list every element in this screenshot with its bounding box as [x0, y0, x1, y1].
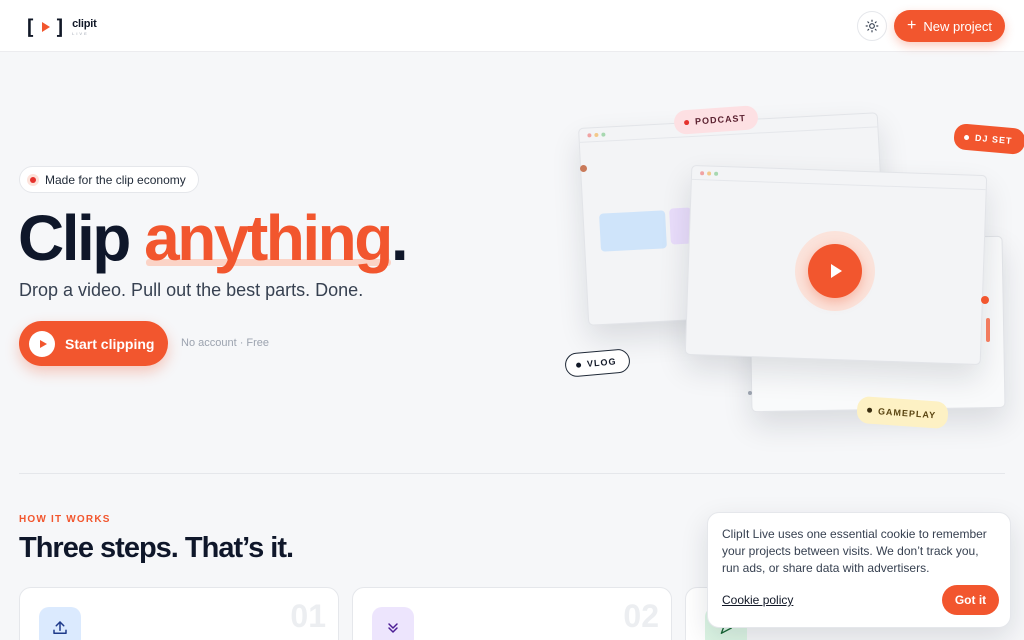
hero-subline: Drop a video. Pull out the best parts. D…: [19, 280, 364, 300]
illustration-dot: [981, 296, 989, 304]
step-card-2: 02: [352, 587, 672, 640]
logo-bracket-left: [: [24, 15, 37, 39]
logo-name: clipit: [72, 17, 97, 30]
tag-vlog-label: VLOG: [586, 356, 617, 369]
cta-hint: No account · Free: [181, 337, 270, 349]
cookie-accept-button[interactable]: Got it: [942, 585, 999, 615]
tag-dj-set: DJ SET: [953, 122, 1024, 156]
illustration-bar: [986, 318, 990, 342]
hero-headline: Clip anything.: [18, 198, 409, 278]
plus-icon: +: [907, 17, 917, 34]
upload-icon: [39, 607, 81, 640]
headline-prefix: Clip: [18, 202, 145, 274]
illustration-play-icon: [795, 231, 875, 311]
logo-subtitle: LIVE: [72, 30, 89, 36]
step-card-1: 01: [19, 587, 339, 640]
step-number: 01: [290, 598, 326, 634]
top-bar: [ ] clipit LIVE + New project: [0, 0, 1024, 52]
tag-vlog: VLOG: [564, 348, 631, 378]
start-clipping-label: Start clipping: [65, 335, 155, 352]
record-dot-icon: [27, 173, 39, 186]
hero-badge: Made for the clip economy: [19, 166, 199, 193]
tag-gameplay: GAMEPLAY: [856, 395, 950, 430]
section-title: Three steps. That’s it.: [19, 532, 294, 564]
hero-badge-label: Made for the clip economy: [45, 172, 186, 187]
tag-gameplay-label: GAMEPLAY: [877, 405, 937, 420]
headline-suffix: .: [390, 202, 409, 274]
chevrons-down-icon: [372, 607, 414, 640]
new-project-label: New project: [923, 18, 992, 34]
logo[interactable]: [ ] clipit LIVE: [24, 14, 97, 40]
section-divider: [19, 473, 1005, 474]
step-number: 02: [623, 598, 659, 634]
theme-toggle-button[interactable]: [857, 11, 887, 41]
illustration-dot: [748, 391, 752, 395]
illustration-clip-block: [599, 210, 667, 252]
logo-bracket-right: ]: [54, 15, 67, 39]
start-clipping-button[interactable]: Start clipping: [19, 321, 168, 366]
cookie-banner: ClipIt Live uses one essential cookie to…: [707, 512, 1011, 628]
illustration-dot: [580, 165, 587, 172]
tag-dj-set-label: DJ SET: [974, 132, 1013, 147]
play-icon: [29, 330, 55, 357]
tag-podcast-label: PODCAST: [694, 112, 747, 127]
logo-wordmark: clipit LIVE: [72, 17, 97, 36]
cookie-message: ClipIt Live uses one essential cookie to…: [722, 527, 987, 575]
sun-icon: [865, 19, 879, 33]
cookie-policy-link[interactable]: Cookie policy: [722, 593, 793, 607]
new-project-button[interactable]: + New project: [894, 10, 1005, 42]
section-eyebrow: HOW IT WORKS: [19, 514, 111, 525]
logo-play-icon: [42, 22, 51, 32]
headline-accent: anything: [144, 198, 393, 278]
